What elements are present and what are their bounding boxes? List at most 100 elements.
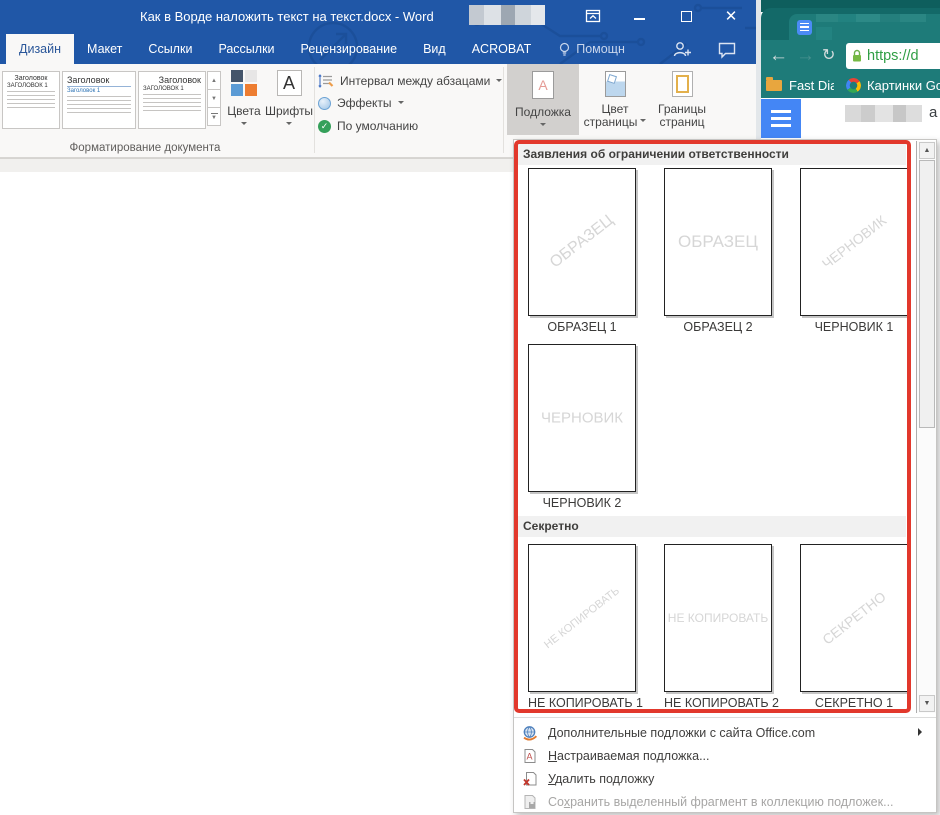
command-remove-watermark[interactable]: Удалить подложку — [514, 767, 936, 790]
scrollbar[interactable]: ▲ ▼ — [916, 141, 936, 713]
watermark-thumbnail: ЧЕРНОВИК — [800, 168, 908, 316]
watermark-option-label: ЧЕРНОВИК 1 — [800, 320, 908, 334]
access-key: Д — [548, 726, 557, 740]
command-label: Со — [548, 795, 564, 809]
comment-icon — [720, 44, 735, 58]
effects-button[interactable]: Эффекты — [318, 96, 404, 110]
style-card[interactable]: Заголовок ЗАГОЛОВОК 1 — [2, 71, 60, 129]
page-menu-button[interactable] — [761, 99, 801, 138]
style-card-title: Заголовок — [143, 75, 201, 85]
command-more-watermarks-office-com[interactable]: Дополнительные подложки с сайта Office.c… — [514, 721, 936, 744]
gallery-scroll-down-button[interactable]: ▼ — [207, 89, 221, 108]
tab-review[interactable]: Рецензирование — [288, 34, 411, 64]
maximize-button[interactable] — [674, 5, 698, 27]
style-card-body-lines — [67, 96, 131, 116]
back-button[interactable]: ← — [769, 43, 788, 69]
watermark-option[interactable]: ОБРАЗЕЦ ОБРАЗЕЦ 2 — [664, 168, 772, 334]
section-header-secret: Секретно — [516, 516, 906, 537]
gallery-scroll-up-button[interactable]: ▲ — [207, 71, 221, 90]
browser-tab[interactable] — [789, 14, 940, 40]
forward-button[interactable]: → — [796, 43, 815, 69]
ribbon-tab-bar: Дизайн Макет Ссылки Рассылки Рецензирова… — [6, 34, 625, 64]
page-color-label: страницы — [584, 115, 638, 129]
blurred-tab-title — [816, 14, 940, 40]
theme-fonts-icon: А — [277, 70, 302, 96]
close-button[interactable]: ✕ — [719, 5, 743, 27]
command-label: далить подложку — [555, 772, 654, 786]
sign-in-button[interactable] — [672, 40, 692, 59]
command-custom-watermark[interactable]: А Настраиваемая подложка... — [514, 744, 936, 767]
dropdown-arrow-icon — [286, 122, 292, 128]
theme-colors-label: Цвета — [227, 104, 260, 118]
watermark-thumbnail: ЧЕРНОВИК — [528, 344, 636, 492]
scroll-thumb[interactable] — [919, 160, 935, 428]
watermark-text: ОБРАЗЕЦ — [547, 212, 617, 272]
theme-colors-icon — [231, 70, 257, 96]
remove-watermark-icon — [522, 771, 538, 787]
style-card-body-lines — [7, 91, 55, 111]
watermark-button[interactable]: А Подложка — [507, 64, 579, 135]
watermark-option[interactable]: СЕКРЕТНО СЕКРЕТНО 1 — [800, 544, 908, 710]
theme-fonts-button[interactable]: А Шрифты — [266, 70, 312, 128]
dropdown-arrow-icon — [496, 79, 502, 85]
page-borders-icon — [672, 71, 693, 97]
tell-me-assistant[interactable]: Помощн — [558, 34, 625, 64]
watermark-option[interactable]: ЧЕРНОВИК ЧЕРНОВИК 2 — [528, 344, 636, 510]
watermark-text: СЕКРЕТНО — [819, 588, 889, 647]
refresh-button[interactable]: ↻ — [822, 43, 835, 69]
watermark-option[interactable]: ОБРАЗЕЦ ОБРАЗЕЦ 1 — [528, 168, 636, 334]
page-color-button[interactable]: Цвет страницы — [583, 64, 647, 135]
tab-view[interactable]: Вид — [410, 34, 459, 64]
style-card-subtitle: ЗАГОЛОВОК 1 — [143, 86, 201, 92]
address-bar[interactable]: https://d — [846, 43, 940, 69]
browser-tab-bar — [761, 8, 940, 40]
ribbon-display-options-icon — [585, 8, 601, 24]
browser-toolbar: ← → ↻ https://d — [761, 40, 940, 72]
folder-icon — [766, 80, 782, 91]
access-key: У — [548, 772, 555, 786]
dropdown-arrow-icon — [241, 122, 247, 128]
tab-layout[interactable]: Макет — [74, 34, 135, 64]
page-text-fragment: а — [929, 104, 937, 121]
comments-button[interactable] — [717, 42, 737, 59]
checkmark-icon: ✓ — [318, 120, 331, 133]
style-card[interactable]: Заголовок Заголовок 1 — [62, 71, 136, 129]
scroll-down-button[interactable]: ▼ — [919, 695, 935, 712]
scroll-up-button[interactable]: ▲ — [919, 142, 935, 159]
theme-colors-button[interactable]: Цвета — [224, 70, 264, 128]
ribbon-group-label: Форматирование документа — [20, 142, 270, 154]
minimize-button[interactable] — [627, 5, 651, 27]
gallery-more-button[interactable]: ▼ — [207, 107, 221, 126]
dropdown-arrow-icon — [640, 119, 646, 125]
bookmark-fast-dial[interactable]: Fast Dial — [789, 78, 834, 93]
command-label: астраиваемая подложка... — [557, 749, 709, 763]
paragraph-spacing-icon — [318, 73, 334, 89]
browser-tab-favicon-icon — [797, 20, 812, 35]
watermark-option[interactable]: ЧЕРНОВИК ЧЕРНОВИК 1 — [800, 168, 908, 334]
close-icon: ✕ — [725, 9, 738, 24]
svg-text:А: А — [526, 751, 532, 761]
tab-design[interactable]: Дизайн — [6, 34, 74, 64]
bookmark-google-images[interactable]: Картинки Goo — [867, 78, 940, 93]
watermark-option[interactable]: НЕ КОПИРОВАТЬ НЕ КОПИРОВАТЬ 1 — [528, 544, 636, 710]
watermark-thumbnail: НЕ КОПИРОВАТЬ — [664, 544, 772, 692]
set-default-label: По умолчанию — [337, 119, 418, 133]
section-header-disclaimers: Заявления об ограничении ответственности — [516, 144, 906, 165]
watermark-option-label: ОБРАЗЕЦ 2 — [664, 320, 772, 334]
bookmarks-bar: Fast Dial Картинки Goo — [761, 72, 940, 98]
style-card[interactable]: Заголовок ЗАГОЛОВОК 1 — [138, 71, 206, 129]
watermark-option[interactable]: НЕ КОПИРОВАТЬ НЕ КОПИРОВАТЬ 2 — [664, 544, 772, 710]
gallery-scroll-buttons: ▲ ▼ ▼ — [207, 71, 221, 126]
dropdown-arrow-icon — [398, 101, 404, 107]
paragraph-spacing-button[interactable]: Интервал между абзацами — [318, 73, 502, 89]
watermark-text: ЧЕРНОВИК — [541, 410, 623, 427]
tab-acrobat[interactable]: ACROBAT — [459, 34, 545, 64]
page-borders-button[interactable]: Границы страниц — [650, 64, 714, 135]
watermark-thumbnail: ОБРАЗЕЦ — [528, 168, 636, 316]
ribbon-display-options-button[interactable] — [581, 5, 605, 27]
office-com-globe-icon — [522, 725, 538, 741]
set-default-button[interactable]: ✓ По умолчанию — [318, 119, 418, 133]
tab-references[interactable]: Ссылки — [135, 34, 205, 64]
watermark-thumbnail: НЕ КОПИРОВАТЬ — [528, 544, 636, 692]
tab-mailings[interactable]: Рассылки — [205, 34, 287, 64]
